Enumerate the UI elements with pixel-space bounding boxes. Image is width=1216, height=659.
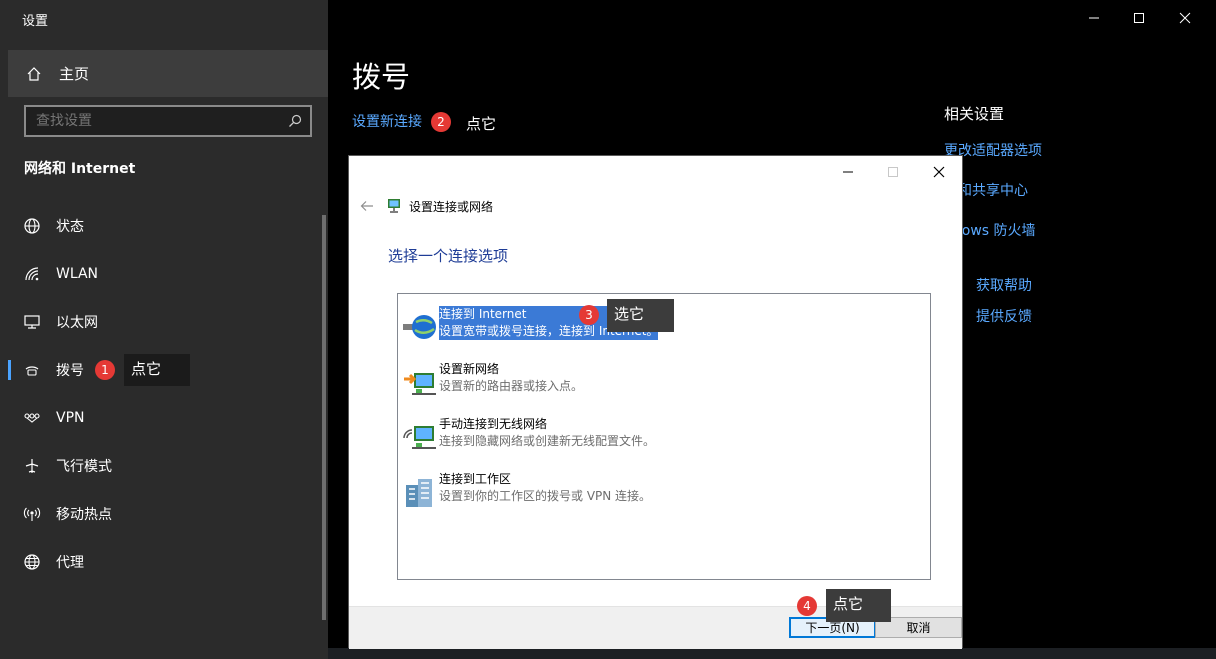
settings-sidebar: 设置 主页 网络和 Internet 状态 WLAN [0, 0, 328, 659]
new-network-icon [404, 373, 436, 395]
step-tip-3: 选它 [607, 299, 674, 332]
wireless-network-icon [403, 426, 436, 449]
maximize-button[interactable] [1127, 6, 1151, 30]
sidebar-item-label: 移动热点 [56, 507, 112, 523]
get-help-link[interactable]: 获取帮助 [976, 275, 1032, 295]
dialog-titlebar [349, 156, 962, 188]
related-heading: 相关设置 [944, 105, 1005, 123]
dialog-minimize-button[interactable] [833, 159, 863, 185]
page-title: 拨号 [352, 60, 411, 94]
step-badge-3: 3 [579, 305, 599, 325]
network-wizard-icon [388, 199, 400, 213]
option-text: 手动连接到无线网络 连接到隐藏网络或创建新无线配置文件。 [439, 416, 655, 450]
option-title: 手动连接到无线网络 [439, 417, 548, 431]
option-desc: 设置到你的工作区的拨号或 VPN 连接。 [439, 489, 652, 503]
globe-icon [22, 552, 42, 572]
desktop-background [328, 648, 1216, 659]
sidebar-item-proxy[interactable]: 代理 [0, 538, 320, 586]
sidebar-item-airplane[interactable]: 飞行模式 [0, 442, 320, 490]
option-desc: 连接到隐藏网络或创建新无线配置文件。 [439, 434, 656, 448]
globe-status-icon [22, 216, 42, 236]
dialog-maximize-button[interactable] [878, 159, 908, 185]
sidebar-nav: 状态 WLAN 以太网 拨号 1 点它 VPN 飞行模式 移动热点 代理 [0, 202, 320, 586]
airplane-icon [22, 456, 42, 476]
step-badge-1: 1 [95, 360, 115, 380]
dialog-close-button[interactable] [924, 159, 954, 185]
internet-globe-icon [403, 315, 436, 339]
related-settings: 相关设置 更改适配器选项 络和共享中心 ndows 防火墙 获取帮助 提供反馈 [944, 103, 1216, 325]
active-indicator [8, 360, 11, 380]
back-arrow-icon[interactable] [357, 196, 377, 216]
sidebar-item-status[interactable]: 状态 [0, 202, 320, 250]
sidebar-item-label: VPN [56, 410, 85, 426]
option-text: 设置新网络 设置新的路由器或接入点。 [439, 361, 583, 395]
sidebar-item-ethernet[interactable]: 以太网 [0, 298, 320, 346]
option-manual-wireless[interactable]: 手动连接到无线网络 连接到隐藏网络或创建新无线配置文件。 [402, 416, 922, 462]
dialup-icon [22, 360, 42, 380]
option-new-network[interactable]: 设置新网络 设置新的路由器或接入点。 [402, 361, 922, 407]
wifi-icon [22, 264, 42, 284]
option-desc: 设置新的路由器或接入点。 [439, 379, 584, 393]
close-button[interactable] [1173, 6, 1197, 30]
sidebar-item-wlan[interactable]: WLAN [0, 250, 320, 298]
sidebar-item-dialup[interactable]: 拨号 1 点它 [0, 346, 320, 394]
home-label: 主页 [59, 65, 90, 83]
step-tip-4: 点它 [826, 589, 891, 622]
network-sharing-link[interactable]: 络和共享中心 [944, 180, 1216, 200]
feedback-link[interactable]: 提供反馈 [976, 306, 1032, 326]
option-title: 连接到工作区 [439, 472, 512, 486]
sidebar-item-label: 以太网 [56, 315, 98, 331]
setup-connection-dialog: 设置连接或网络 选择一个连接选项 连接到 Internet 设置宽带或拨号连接，… [348, 155, 963, 649]
search-input[interactable] [26, 113, 284, 129]
ethernet-icon [22, 312, 42, 332]
sidebar-item-label: WLAN [56, 266, 99, 282]
connection-options-list: 连接到 Internet 设置宽带或拨号连接，连接到 Internet。 设置新… [397, 293, 931, 580]
new-connection-link[interactable]: 设置新连接 [352, 111, 422, 131]
sidebar-item-hotspot[interactable]: 移动热点 [0, 490, 320, 538]
search-icon[interactable] [284, 110, 306, 132]
dialog-nav-bar: 设置连接或网络 [357, 192, 947, 220]
sidebar-item-label: 飞行模式 [56, 459, 112, 475]
step-badge-2: 2 [431, 112, 451, 132]
dialog-heading: 选择一个连接选项 [388, 247, 509, 265]
hotspot-icon [22, 504, 42, 524]
dialog-title: 设置连接或网络 [409, 199, 494, 214]
home-nav-item[interactable]: 主页 [8, 50, 328, 97]
option-text: 连接到工作区 设置到你的工作区的拨号或 VPN 连接。 [439, 471, 651, 505]
sidebar-item-label: 状态 [56, 219, 84, 235]
workplace-building-icon [406, 479, 432, 507]
sidebar-scrollbar[interactable] [322, 215, 326, 620]
sidebar-item-vpn[interactable]: VPN [0, 394, 320, 442]
adapter-options-link[interactable]: 更改适配器选项 [944, 140, 1216, 160]
firewall-link[interactable]: ndows 防火墙 [944, 220, 1216, 240]
section-title: 网络和 Internet [24, 161, 136, 177]
option-title: 设置新网络 [439, 362, 500, 376]
search-box[interactable] [24, 105, 312, 137]
vpn-icon [22, 408, 42, 428]
app-title: 设置 [22, 14, 49, 29]
sidebar-item-label: 代理 [56, 555, 84, 571]
step-tip-1: 点它 [124, 354, 190, 386]
minimize-button[interactable] [1082, 6, 1106, 30]
step-tip-2: 点它 [466, 115, 497, 133]
step-badge-4: 4 [797, 596, 817, 616]
home-icon [25, 65, 43, 83]
sidebar-item-label: 拨号 [56, 363, 84, 379]
option-workplace[interactable]: 连接到工作区 设置到你的工作区的拨号或 VPN 连接。 [402, 471, 922, 517]
